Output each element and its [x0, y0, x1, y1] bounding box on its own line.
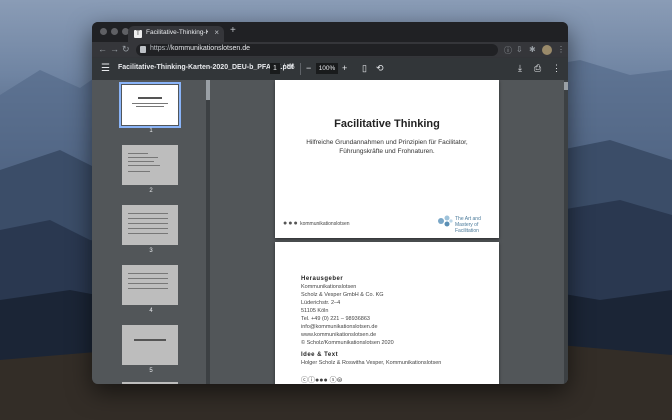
menu-icon[interactable]: ☰ — [101, 63, 110, 74]
thumb-text-line — [128, 213, 168, 214]
thumb-text-line — [128, 171, 150, 172]
thumbnail-number: 3 — [149, 248, 153, 254]
thumbnail-page-1[interactable] — [119, 82, 181, 128]
more-options-icon[interactable]: ⋮ — [552, 63, 561, 74]
authors-line: Holger Scholz & Roswitha Vesper, Kommuni… — [301, 360, 442, 366]
page-total: / 56 — [283, 64, 295, 71]
thumb-text-line — [128, 153, 148, 154]
address-bar[interactable]: https://kommunikationslotsen.de — [136, 44, 498, 56]
thumb-title-line — [138, 97, 162, 99]
main-scroll-thumb[interactable] — [564, 82, 568, 90]
document-title: Facilitative Thinking — [334, 118, 440, 130]
document-subtitle: Hilfreiche Grundannahmen und Prinzipien … — [306, 139, 468, 155]
publisher-line: info@kommunikationslotsen.de — [301, 324, 378, 330]
browser-menu-icon[interactable]: ⋮ — [557, 45, 565, 54]
publisher-line: Scholz & Vesper GmbH & Co. KG — [301, 292, 384, 298]
thumb-text-line — [128, 273, 168, 274]
new-tab-button[interactable]: + — [230, 25, 236, 36]
thumb-text-line — [128, 223, 168, 224]
pdf-toolbar: ☰ Facilitative-Thinking-Karten-2020_DEU-… — [92, 58, 568, 80]
back-button[interactable]: ← — [98, 44, 107, 54]
profile-avatar[interactable] — [542, 45, 552, 55]
download-icon[interactable]: ⇩ — [516, 45, 523, 54]
pdf-page-2: Herausgeber Kommunikationslotsen Scholz … — [275, 242, 499, 384]
thumb-text-line — [128, 157, 158, 158]
extensions-icon[interactable]: ✱ — [529, 45, 536, 54]
download-pdf-icon[interactable]: ⤓ — [518, 63, 522, 74]
thumbnail-number: 5 — [149, 368, 153, 374]
pdf-favicon-icon: T — [134, 30, 142, 38]
forward-button[interactable]: → — [110, 44, 119, 54]
window-controls — [100, 28, 129, 35]
thumbnail-page-5[interactable] — [122, 325, 178, 365]
print-icon[interactable]: ⎙ — [534, 63, 541, 74]
main-scrollbar[interactable] — [564, 80, 568, 384]
zoom-input[interactable]: 100% — [316, 63, 338, 74]
address-url: https://kommunikationslotsen.de — [150, 45, 250, 52]
logo-left-text: kommunikationslotsen — [300, 221, 350, 227]
thumbnail-number: 1 — [149, 128, 153, 134]
info-icon[interactable]: ⓘ — [504, 45, 512, 56]
tab-strip: T Facilitative-Thinking-Karten-2... × + — [92, 22, 568, 42]
publisher-line: Lüderichstr. 2–4 — [301, 300, 341, 306]
rotate-icon[interactable]: ⟲ — [376, 63, 384, 74]
thumb-text-line — [128, 165, 160, 166]
publisher-line: www.kommunikationslotsen.de — [301, 332, 377, 338]
kommunikationslotsen-logo: ●●● kommunikationslotsen — [283, 220, 350, 227]
thumbnail-page-3[interactable] — [122, 205, 178, 245]
publisher-line: © Scholz/Kommunikationslotsen 2020 — [301, 340, 394, 346]
pdf-filename: Facilitative-Thinking-Karten-2020_DEU-b_… — [118, 64, 294, 71]
publisher-heading: Herausgeber — [301, 276, 344, 282]
thumbnail-page-4[interactable] — [122, 265, 178, 305]
zoom-out-button[interactable]: − — [306, 63, 311, 73]
thumbnail-number: 4 — [149, 308, 153, 314]
thumb-text-line — [128, 278, 168, 279]
publisher-line: 51105 Köln — [301, 308, 329, 314]
thumb-text-line — [128, 161, 154, 162]
thumbnail-page-6[interactable] — [122, 382, 178, 384]
reload-button[interactable]: ↻ — [122, 44, 130, 55]
thumbnail-number: 2 — [149, 188, 153, 194]
logo-right-text: The Art and Mastery of Facilitation — [455, 216, 481, 234]
pdf-viewport: Facilitative Thinking Hilfreiche Grundan… — [210, 80, 568, 384]
browser-toolbar: ← → ↻ https://kommunikationslotsen.de ⓘ … — [92, 42, 568, 58]
pdf-page-1: Facilitative Thinking Hilfreiche Grundan… — [275, 80, 499, 238]
minimize-window-button[interactable] — [111, 28, 118, 35]
thumb-text-line — [128, 233, 168, 234]
tab-close-icon[interactable]: × — [214, 28, 219, 37]
license-icons: ⓒⓘ●●● ⓢ⊜ — [301, 377, 343, 384]
thumb-title-line — [134, 339, 166, 341]
tab-active[interactable]: T Facilitative-Thinking-Karten-2... × — [128, 26, 224, 42]
thumbnail-page-2[interactable] — [122, 145, 178, 185]
thumb-text-line — [128, 228, 168, 229]
browser-window: T Facilitative-Thinking-Karten-2... × + … — [92, 22, 568, 384]
lock-icon — [140, 46, 146, 53]
tab-title: Facilitative-Thinking-Karten-2... — [146, 29, 208, 36]
publisher-line: Tel. +49 (0) 221 – 98936863 — [301, 316, 370, 322]
zoom-in-button[interactable]: + — [342, 63, 347, 73]
idea-text-heading: Idee & Text — [301, 352, 339, 358]
publisher-line: Kommunikationslotsen — [301, 284, 357, 290]
thumb-text-line — [128, 288, 168, 289]
facilitation-logo-icon — [438, 215, 453, 227]
thumb-text-line — [136, 106, 164, 107]
thumb-text-line — [132, 103, 168, 104]
url-scheme: https:// — [150, 45, 172, 52]
toolbar-divider — [300, 63, 301, 75]
thumb-text-line — [128, 218, 168, 219]
page-number-input[interactable]: 1 — [270, 63, 280, 74]
url-host: kommunikationslotsen.de — [171, 45, 251, 52]
close-window-button[interactable] — [100, 28, 107, 35]
thumb-text-line — [128, 283, 168, 284]
thumbnail-sidebar: 1 2 3 4 5 — [92, 80, 210, 384]
fit-to-page-icon[interactable]: ▯ — [362, 63, 367, 74]
